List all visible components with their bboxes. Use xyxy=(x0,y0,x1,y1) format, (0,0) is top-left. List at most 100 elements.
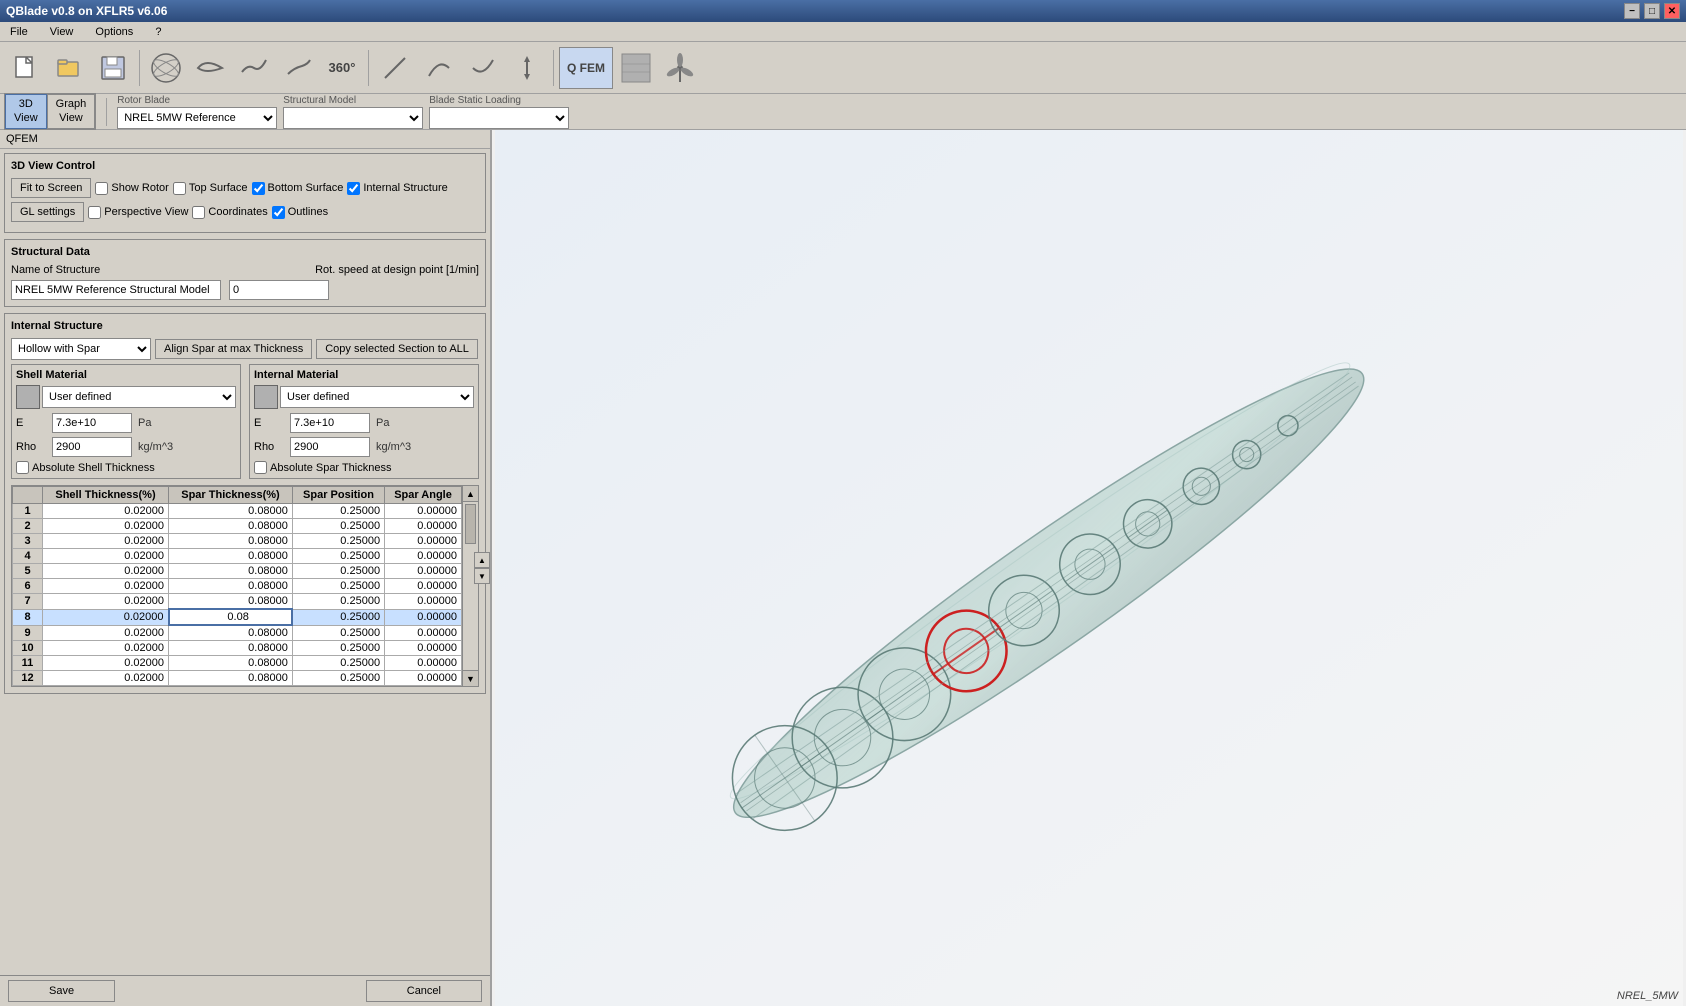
360-button[interactable]: 360° xyxy=(321,47,363,89)
spar-thickness-cell[interactable]: 0.08000 xyxy=(169,549,293,564)
windmill-button[interactable] xyxy=(659,47,701,89)
shell-thickness-cell[interactable]: 0.02000 xyxy=(43,641,169,656)
outlines-checkbox[interactable] xyxy=(272,206,285,219)
spar-angle-cell[interactable]: 0.00000 xyxy=(385,579,462,594)
spar-position-cell[interactable]: 0.25000 xyxy=(292,609,384,625)
restore-button[interactable]: □ xyxy=(1644,3,1660,19)
internal-rho-input[interactable] xyxy=(290,437,370,457)
menu-help[interactable]: ? xyxy=(149,24,167,40)
spar-thickness-cell[interactable]: 0.08000 xyxy=(169,656,293,671)
spar-position-cell[interactable]: 0.25000 xyxy=(292,641,384,656)
spar-position-cell[interactable]: 0.25000 xyxy=(292,564,384,579)
shell-thickness-cell[interactable]: 0.02000 xyxy=(43,625,169,641)
spar-angle-cell[interactable]: 0.00000 xyxy=(385,656,462,671)
polar-button[interactable] xyxy=(233,47,275,89)
shell-thickness-cell[interactable]: 0.02000 xyxy=(43,579,169,594)
spar-thickness-cell[interactable] xyxy=(169,609,293,625)
scroll-thumb[interactable] xyxy=(465,504,476,544)
curve2-button[interactable] xyxy=(462,47,504,89)
spar-position-cell[interactable]: 0.25000 xyxy=(292,519,384,534)
blade-design-button[interactable] xyxy=(277,47,319,89)
spar-thickness-cell[interactable]: 0.08000 xyxy=(169,579,293,594)
outlines-label[interactable]: Outlines xyxy=(272,206,328,219)
top-surface-label[interactable]: Top Surface xyxy=(173,182,248,195)
spar-thickness-cell[interactable]: 0.08000 xyxy=(169,671,293,686)
rot-speed-input[interactable] xyxy=(229,280,329,300)
spar-thickness-cell[interactable]: 0.08000 xyxy=(169,594,293,610)
name-input[interactable] xyxy=(11,280,221,300)
spar-thickness-input[interactable] xyxy=(227,611,287,623)
internal-material-combo[interactable]: User defined xyxy=(280,386,474,408)
rotor-design-button[interactable] xyxy=(145,47,187,89)
shell-thickness-cell[interactable]: 0.02000 xyxy=(43,656,169,671)
qfem-button[interactable]: Q FEM xyxy=(559,47,613,89)
minimize-button[interactable]: − xyxy=(1624,3,1640,19)
spar-angle-cell[interactable]: 0.00000 xyxy=(385,519,462,534)
panel-scroll-up[interactable]: ▲ xyxy=(474,552,490,568)
spar-thickness-cell[interactable]: 0.08000 xyxy=(169,534,293,549)
structural-model-select[interactable] xyxy=(283,107,423,129)
save-button[interactable] xyxy=(92,47,134,89)
spar-thickness-cell[interactable]: 0.08000 xyxy=(169,504,293,519)
internal-structure-combo[interactable]: Hollow with Spar Solid Hollow xyxy=(11,338,151,360)
coordinates-label[interactable]: Coordinates xyxy=(192,206,267,219)
internal-abs-thickness-label[interactable]: Absolute Spar Thickness xyxy=(254,461,474,474)
copy-section-button[interactable]: Copy selected Section to ALL xyxy=(316,339,478,359)
shell-material-combo[interactable]: User defined xyxy=(42,386,236,408)
close-button[interactable]: ✕ xyxy=(1664,3,1680,19)
top-surface-checkbox[interactable] xyxy=(173,182,186,195)
spar-thickness-cell[interactable]: 0.08000 xyxy=(169,564,293,579)
menu-file[interactable]: File xyxy=(4,24,34,40)
spar-position-cell[interactable]: 0.25000 xyxy=(292,579,384,594)
show-rotor-checkbox[interactable] xyxy=(95,182,108,195)
shell-abs-thickness-label[interactable]: Absolute Shell Thickness xyxy=(16,461,236,474)
spar-thickness-cell[interactable]: 0.08000 xyxy=(169,641,293,656)
shell-thickness-cell[interactable]: 0.02000 xyxy=(43,549,169,564)
shell-thickness-cell[interactable]: 0.02000 xyxy=(43,594,169,610)
spar-angle-cell[interactable]: 0.00000 xyxy=(385,564,462,579)
spar-angle-cell[interactable]: 0.00000 xyxy=(385,609,462,625)
perspective-checkbox[interactable] xyxy=(88,206,101,219)
spar-angle-cell[interactable]: 0.00000 xyxy=(385,641,462,656)
cancel-button[interactable]: Cancel xyxy=(366,980,482,1002)
vertical-button[interactable] xyxy=(506,47,548,89)
blade-loading-select[interactable] xyxy=(429,107,569,129)
curve1-button[interactable] xyxy=(418,47,460,89)
spar-position-cell[interactable]: 0.25000 xyxy=(292,504,384,519)
menu-options[interactable]: Options xyxy=(89,24,139,40)
spar-thickness-cell[interactable]: 0.08000 xyxy=(169,625,293,641)
coordinates-checkbox[interactable] xyxy=(192,206,205,219)
internal-e-input[interactable] xyxy=(290,413,370,433)
shell-rho-input[interactable] xyxy=(52,437,132,457)
spar-angle-cell[interactable]: 0.00000 xyxy=(385,504,462,519)
spar-position-cell[interactable]: 0.25000 xyxy=(292,625,384,641)
shell-thickness-cell[interactable]: 0.02000 xyxy=(43,671,169,686)
spar-angle-cell[interactable]: 0.00000 xyxy=(385,594,462,610)
internal-structure-label[interactable]: Internal Structure xyxy=(347,182,447,195)
shell-e-input[interactable] xyxy=(52,413,132,433)
3d-view-button[interactable]: 3DView xyxy=(5,94,47,128)
panel-scroll-down[interactable]: ▼ xyxy=(474,568,490,584)
rotor-blade-select[interactable]: NREL 5MW Reference xyxy=(117,107,277,129)
spar-angle-cell[interactable]: 0.00000 xyxy=(385,534,462,549)
align-spar-button[interactable]: Align Spar at max Thickness xyxy=(155,339,312,359)
scroll-down-button[interactable]: ▼ xyxy=(463,670,478,686)
internal-abs-thickness-checkbox[interactable] xyxy=(254,461,267,474)
shell-thickness-cell[interactable]: 0.02000 xyxy=(43,504,169,519)
fit-to-screen-button[interactable]: Fit to Screen xyxy=(11,178,91,198)
gl-settings-button[interactable]: GL settings xyxy=(11,202,84,222)
bottom-surface-label[interactable]: Bottom Surface xyxy=(252,182,344,195)
graph-view-button[interactable]: GraphView xyxy=(47,94,96,128)
open-button[interactable] xyxy=(48,47,90,89)
show-rotor-label[interactable]: Show Rotor xyxy=(95,182,168,195)
line-button[interactable] xyxy=(374,47,416,89)
spar-angle-cell[interactable]: 0.00000 xyxy=(385,549,462,564)
spar-position-cell[interactable]: 0.25000 xyxy=(292,549,384,564)
spar-thickness-cell[interactable]: 0.08000 xyxy=(169,519,293,534)
scroll-up-button[interactable]: ▲ xyxy=(463,486,478,502)
shell-thickness-cell[interactable]: 0.02000 xyxy=(43,564,169,579)
spar-angle-cell[interactable]: 0.00000 xyxy=(385,625,462,641)
spar-position-cell[interactable]: 0.25000 xyxy=(292,656,384,671)
new-button[interactable] xyxy=(4,47,46,89)
spar-position-cell[interactable]: 0.25000 xyxy=(292,594,384,610)
